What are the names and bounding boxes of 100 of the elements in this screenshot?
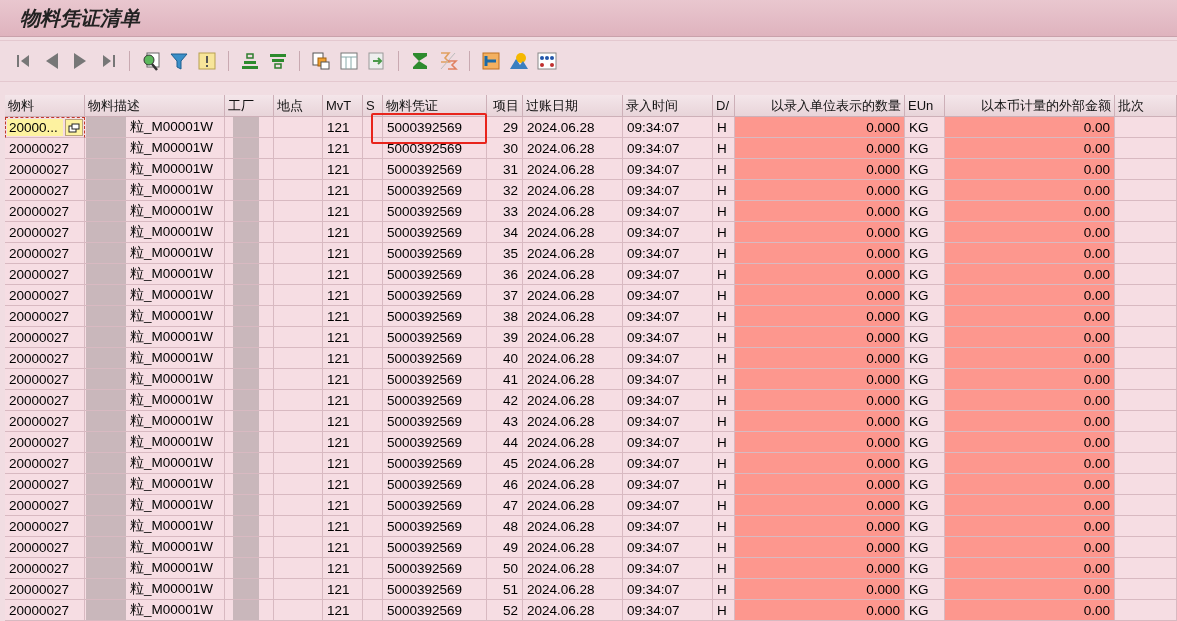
redaction-mark: [86, 369, 126, 389]
table-cell: 粒_M00001W: [130, 139, 214, 157]
table-cell: 5000392569: [383, 306, 487, 327]
table-cell: H: [713, 159, 735, 180]
table-cell: 5000392569: [383, 558, 487, 579]
redaction-mark: [86, 453, 126, 473]
table-cell: 2024.06.28: [523, 327, 623, 348]
redaction-mark: [233, 264, 259, 284]
table-cell: 20000027: [5, 516, 85, 537]
column-header[interactable]: 工厂: [225, 95, 274, 117]
table-cell: 5000392569: [383, 495, 487, 516]
value-help-button[interactable]: [65, 119, 83, 136]
table-cell: 121: [323, 222, 363, 243]
table-cell: 20000027: [5, 432, 85, 453]
column-header[interactable]: 物料描述: [85, 95, 225, 117]
table-cell: 34: [487, 222, 523, 243]
table-cell: 09:34:07: [623, 159, 713, 180]
redaction-mark: [233, 159, 259, 179]
table-cell: 2024.06.28: [523, 243, 623, 264]
copy-pages-button[interactable]: [309, 49, 333, 73]
redaction-mark: [86, 495, 126, 515]
table-cell: 0.00: [945, 579, 1115, 600]
table-cell: 20000027: [5, 264, 85, 285]
table-cell: KG: [905, 201, 945, 222]
column-header[interactable]: 地点: [274, 95, 323, 117]
column-header[interactable]: EUn: [905, 95, 945, 117]
redaction-mark: [233, 600, 259, 620]
table-cell: 0.00: [945, 390, 1115, 411]
table-cell: 30: [487, 138, 523, 159]
redaction-mark: [86, 264, 126, 284]
table-cell: H: [713, 348, 735, 369]
table-cell: 121: [323, 453, 363, 474]
table-cell: 2024.06.28: [523, 201, 623, 222]
focused-cell[interactable]: 20000...: [5, 117, 85, 138]
table-cell: 0.000: [735, 432, 905, 453]
redaction-mark: [86, 222, 126, 242]
table-cell: 2024.06.28: [523, 453, 623, 474]
table-cell: 49: [487, 537, 523, 558]
table-cell: 粒_M00001W: [130, 454, 214, 472]
table-cell: 0.000: [735, 600, 905, 621]
table-cell: 5000392569: [383, 432, 487, 453]
table-cell: KG: [905, 222, 945, 243]
table-cell: 5000392569: [383, 411, 487, 432]
redaction-mark: [233, 579, 259, 599]
table-cell: H: [713, 285, 735, 306]
table-cell: 粒_M00001W: [130, 538, 214, 556]
table-cell: 5000392569: [383, 180, 487, 201]
redaction-mark: [233, 474, 259, 494]
table-cell: 09:34:07: [623, 369, 713, 390]
table-cell: 2024.06.28: [523, 159, 623, 180]
table-cell: 20000027: [5, 222, 85, 243]
column-header[interactable]: 以本币计量的外部金额: [945, 95, 1115, 117]
column-header[interactable]: 物料: [5, 95, 85, 117]
table-cell: KG: [905, 306, 945, 327]
table-cell: 0.00: [945, 117, 1115, 138]
table-cell: 44: [487, 432, 523, 453]
table-cell: KG: [905, 159, 945, 180]
table-cell: KG: [905, 348, 945, 369]
table-cell: KG: [905, 327, 945, 348]
table-cell: 5000392569: [383, 201, 487, 222]
bracket-button[interactable]: [479, 49, 503, 73]
column-header[interactable]: 以录入单位表示的数量: [735, 95, 905, 117]
table-cell: 32: [487, 180, 523, 201]
column-header[interactable]: 物料凭证: [383, 95, 487, 117]
redaction-mark: [86, 474, 126, 494]
column-header[interactable]: 录入时间: [623, 95, 713, 117]
network-button[interactable]: [535, 49, 559, 73]
table-cell: 粒_M00001W: [130, 412, 214, 430]
table-cell: 0.00: [945, 453, 1115, 474]
table-cell: H: [713, 390, 735, 411]
table-cell: 粒_M00001W: [130, 118, 214, 136]
redaction-mark: [86, 285, 126, 305]
column-header[interactable]: MvT: [323, 95, 363, 117]
redaction-mark: [86, 390, 126, 410]
redaction-mark: [233, 369, 259, 389]
table-cell: 20000027: [5, 348, 85, 369]
table-cell: 121: [323, 159, 363, 180]
table-cell: 粒_M00001W: [130, 559, 214, 577]
table-cell: 5000392569: [383, 327, 487, 348]
table-cell: H: [713, 264, 735, 285]
table-cell: H: [713, 243, 735, 264]
mountain-sun-icon: [508, 50, 530, 72]
redaction-mark: [86, 348, 126, 368]
table-cell: 0.000: [735, 159, 905, 180]
table-cell: 36: [487, 264, 523, 285]
table-cell: 2024.06.28: [523, 600, 623, 621]
column-header[interactable]: S: [363, 95, 383, 117]
column-header[interactable]: 过账日期: [523, 95, 623, 117]
table-cell: 粒_M00001W: [130, 328, 214, 346]
redaction-mark: [86, 201, 126, 221]
column-header[interactable]: D/: [713, 95, 735, 117]
column-header[interactable]: 项目: [487, 95, 523, 117]
table-cell: 20000027: [5, 495, 85, 516]
redaction-mark: [86, 432, 126, 452]
exclamation-button[interactable]: [195, 49, 219, 73]
table-cell: KG: [905, 600, 945, 621]
table-cell: 0.000: [735, 348, 905, 369]
column-header[interactable]: 批次: [1115, 95, 1177, 117]
table-layout-button[interactable]: [337, 49, 361, 73]
table-cell: 31: [487, 159, 523, 180]
